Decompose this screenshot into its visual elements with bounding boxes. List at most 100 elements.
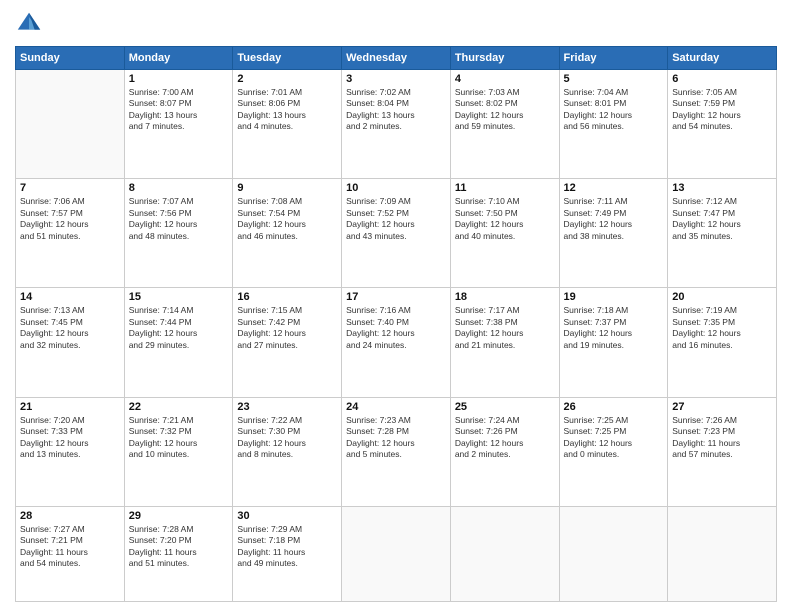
day-number: 27 [672, 401, 772, 413]
day-number: 3 [346, 73, 446, 85]
calendar-cell: 30 Sunrise: 7:29 AM Sunset: 7:18 PM Dayli… [233, 506, 342, 601]
calendar-cell [16, 70, 125, 179]
day-info: Sunrise: 7:27 AM Sunset: 7:21 PM Dayligh… [20, 524, 120, 570]
calendar-cell [342, 506, 451, 601]
day-number: 1 [129, 73, 229, 85]
day-info: Sunrise: 7:22 AM Sunset: 7:30 PM Dayligh… [237, 415, 337, 461]
page: SundayMondayTuesdayWednesdayThursdayFrid… [0, 0, 792, 612]
calendar-week-row: 21Sunrise: 7:20 AM Sunset: 7:33 PM Dayli… [16, 397, 777, 506]
day-info: Sunrise: 7:18 AM Sunset: 7:37 PM Dayligh… [564, 305, 664, 351]
day-info: Sunrise: 7:06 AM Sunset: 7:57 PM Dayligh… [20, 196, 120, 242]
calendar-cell: 12 Sunrise: 7:11 AM Sunset: 7:49 PM Dayli… [559, 179, 668, 288]
calendar-week-row: 28 Sunrise: 7:27 AM Sunset: 7:21 PM Dayli… [16, 506, 777, 601]
day-number: 22 [129, 401, 229, 413]
calendar-cell: 27 Sunrise: 7:26 AM Sunset: 7:23 PM Dayli… [668, 397, 777, 506]
day-number: 24 [346, 401, 446, 413]
calendar-cell [450, 506, 559, 601]
day-number: 30 [237, 510, 337, 522]
calendar-cell: 26 Sunrise: 7:25 AM Sunset: 7:25 PM Dayli… [559, 397, 668, 506]
calendar-week-row: 14 Sunrise: 7:13 AM Sunset: 7:45 PM Dayli… [16, 288, 777, 397]
calendar-cell: 13 Sunrise: 7:12 AM Sunset: 7:47 PM Dayli… [668, 179, 777, 288]
calendar-cell [559, 506, 668, 601]
calendar-cell: 19 Sunrise: 7:18 AM Sunset: 7:37 PM Dayli… [559, 288, 668, 397]
calendar-cell: 24 Sunrise: 7:23 AM Sunset: 7:28 PM Dayli… [342, 397, 451, 506]
header [15, 10, 777, 38]
calendar-week-row: 1Sunrise: 7:00 AM Sunset: 8:07 PM Daylig… [16, 70, 777, 179]
calendar-cell: 28 Sunrise: 7:27 AM Sunset: 7:21 PM Dayli… [16, 506, 125, 601]
weekday-header: Wednesday [342, 47, 451, 70]
calendar-cell: 22 Sunrise: 7:21 AM Sunset: 7:32 PM Dayli… [124, 397, 233, 506]
calendar-cell: 9Sunrise: 7:08 AM Sunset: 7:54 PM Daylig… [233, 179, 342, 288]
calendar-cell: 3Sunrise: 7:02 AM Sunset: 8:04 PM Daylig… [342, 70, 451, 179]
calendar-cell: 1Sunrise: 7:00 AM Sunset: 8:07 PM Daylig… [124, 70, 233, 179]
day-info: Sunrise: 7:13 AM Sunset: 7:45 PM Dayligh… [20, 305, 120, 351]
logo-icon [15, 10, 43, 38]
day-number: 26 [564, 401, 664, 413]
day-number: 11 [455, 182, 555, 194]
day-info: Sunrise: 7:19 AM Sunset: 7:35 PM Dayligh… [672, 305, 772, 351]
weekday-header-row: SundayMondayTuesdayWednesdayThursdayFrid… [16, 47, 777, 70]
day-info: Sunrise: 7:12 AM Sunset: 7:47 PM Dayligh… [672, 196, 772, 242]
calendar-cell: 8Sunrise: 7:07 AM Sunset: 7:56 PM Daylig… [124, 179, 233, 288]
day-number: 25 [455, 401, 555, 413]
day-number: 8 [129, 182, 229, 194]
day-info: Sunrise: 7:14 AM Sunset: 7:44 PM Dayligh… [129, 305, 229, 351]
day-number: 4 [455, 73, 555, 85]
day-number: 28 [20, 510, 120, 522]
day-number: 19 [564, 291, 664, 303]
day-info: Sunrise: 7:05 AM Sunset: 7:59 PM Dayligh… [672, 87, 772, 133]
calendar-week-row: 7 Sunrise: 7:06 AM Sunset: 7:57 PM Daylig… [16, 179, 777, 288]
weekday-header: Thursday [450, 47, 559, 70]
day-info: Sunrise: 7:26 AM Sunset: 7:23 PM Dayligh… [672, 415, 772, 461]
calendar-cell: 11 Sunrise: 7:10 AM Sunset: 7:50 PM Dayli… [450, 179, 559, 288]
calendar-cell: 16Sunrise: 7:15 AM Sunset: 7:42 PM Dayli… [233, 288, 342, 397]
day-info: Sunrise: 7:29 AM Sunset: 7:18 PM Dayligh… [237, 524, 337, 570]
weekday-header: Tuesday [233, 47, 342, 70]
weekday-header: Monday [124, 47, 233, 70]
day-info: Sunrise: 7:25 AM Sunset: 7:25 PM Dayligh… [564, 415, 664, 461]
calendar-cell: 2 Sunrise: 7:01 AM Sunset: 8:06 PM Daylig… [233, 70, 342, 179]
day-info: Sunrise: 7:10 AM Sunset: 7:50 PM Dayligh… [455, 196, 555, 242]
calendar-cell: 21Sunrise: 7:20 AM Sunset: 7:33 PM Dayli… [16, 397, 125, 506]
calendar-cell: 23 Sunrise: 7:22 AM Sunset: 7:30 PM Dayli… [233, 397, 342, 506]
calendar-cell: 14 Sunrise: 7:13 AM Sunset: 7:45 PM Dayli… [16, 288, 125, 397]
calendar-table: SundayMondayTuesdayWednesdayThursdayFrid… [15, 46, 777, 602]
day-number: 23 [237, 401, 337, 413]
day-number: 14 [20, 291, 120, 303]
weekday-header: Sunday [16, 47, 125, 70]
calendar-cell: 15 Sunrise: 7:14 AM Sunset: 7:44 PM Dayli… [124, 288, 233, 397]
day-info: Sunrise: 7:17 AM Sunset: 7:38 PM Dayligh… [455, 305, 555, 351]
calendar-cell: 25 Sunrise: 7:24 AM Sunset: 7:26 PM Dayli… [450, 397, 559, 506]
calendar-cell: 7 Sunrise: 7:06 AM Sunset: 7:57 PM Daylig… [16, 179, 125, 288]
day-info: Sunrise: 7:09 AM Sunset: 7:52 PM Dayligh… [346, 196, 446, 242]
day-info: Sunrise: 7:04 AM Sunset: 8:01 PM Dayligh… [564, 87, 664, 133]
day-number: 9 [237, 182, 337, 194]
day-number: 5 [564, 73, 664, 85]
day-info: Sunrise: 7:23 AM Sunset: 7:28 PM Dayligh… [346, 415, 446, 461]
weekday-header: Friday [559, 47, 668, 70]
day-info: Sunrise: 7:11 AM Sunset: 7:49 PM Dayligh… [564, 196, 664, 242]
weekday-header: Saturday [668, 47, 777, 70]
calendar-cell: 29 Sunrise: 7:28 AM Sunset: 7:20 PM Dayli… [124, 506, 233, 601]
calendar-cell: 20 Sunrise: 7:19 AM Sunset: 7:35 PM Dayli… [668, 288, 777, 397]
day-info: Sunrise: 7:15 AM Sunset: 7:42 PM Dayligh… [237, 305, 337, 351]
calendar-cell: 17Sunrise: 7:16 AM Sunset: 7:40 PM Dayli… [342, 288, 451, 397]
day-number: 20 [672, 291, 772, 303]
calendar-cell: 10Sunrise: 7:09 AM Sunset: 7:52 PM Dayli… [342, 179, 451, 288]
day-number: 6 [672, 73, 772, 85]
calendar-cell: 18 Sunrise: 7:17 AM Sunset: 7:38 PM Dayli… [450, 288, 559, 397]
day-number: 13 [672, 182, 772, 194]
day-info: Sunrise: 7:21 AM Sunset: 7:32 PM Dayligh… [129, 415, 229, 461]
day-number: 12 [564, 182, 664, 194]
day-info: Sunrise: 7:28 AM Sunset: 7:20 PM Dayligh… [129, 524, 229, 570]
day-number: 18 [455, 291, 555, 303]
day-info: Sunrise: 7:24 AM Sunset: 7:26 PM Dayligh… [455, 415, 555, 461]
day-info: Sunrise: 7:01 AM Sunset: 8:06 PM Dayligh… [237, 87, 337, 133]
day-number: 21 [20, 401, 120, 413]
day-number: 29 [129, 510, 229, 522]
day-number: 2 [237, 73, 337, 85]
day-number: 7 [20, 182, 120, 194]
logo [15, 10, 47, 38]
day-number: 15 [129, 291, 229, 303]
calendar-cell: 6 Sunrise: 7:05 AM Sunset: 7:59 PM Daylig… [668, 70, 777, 179]
